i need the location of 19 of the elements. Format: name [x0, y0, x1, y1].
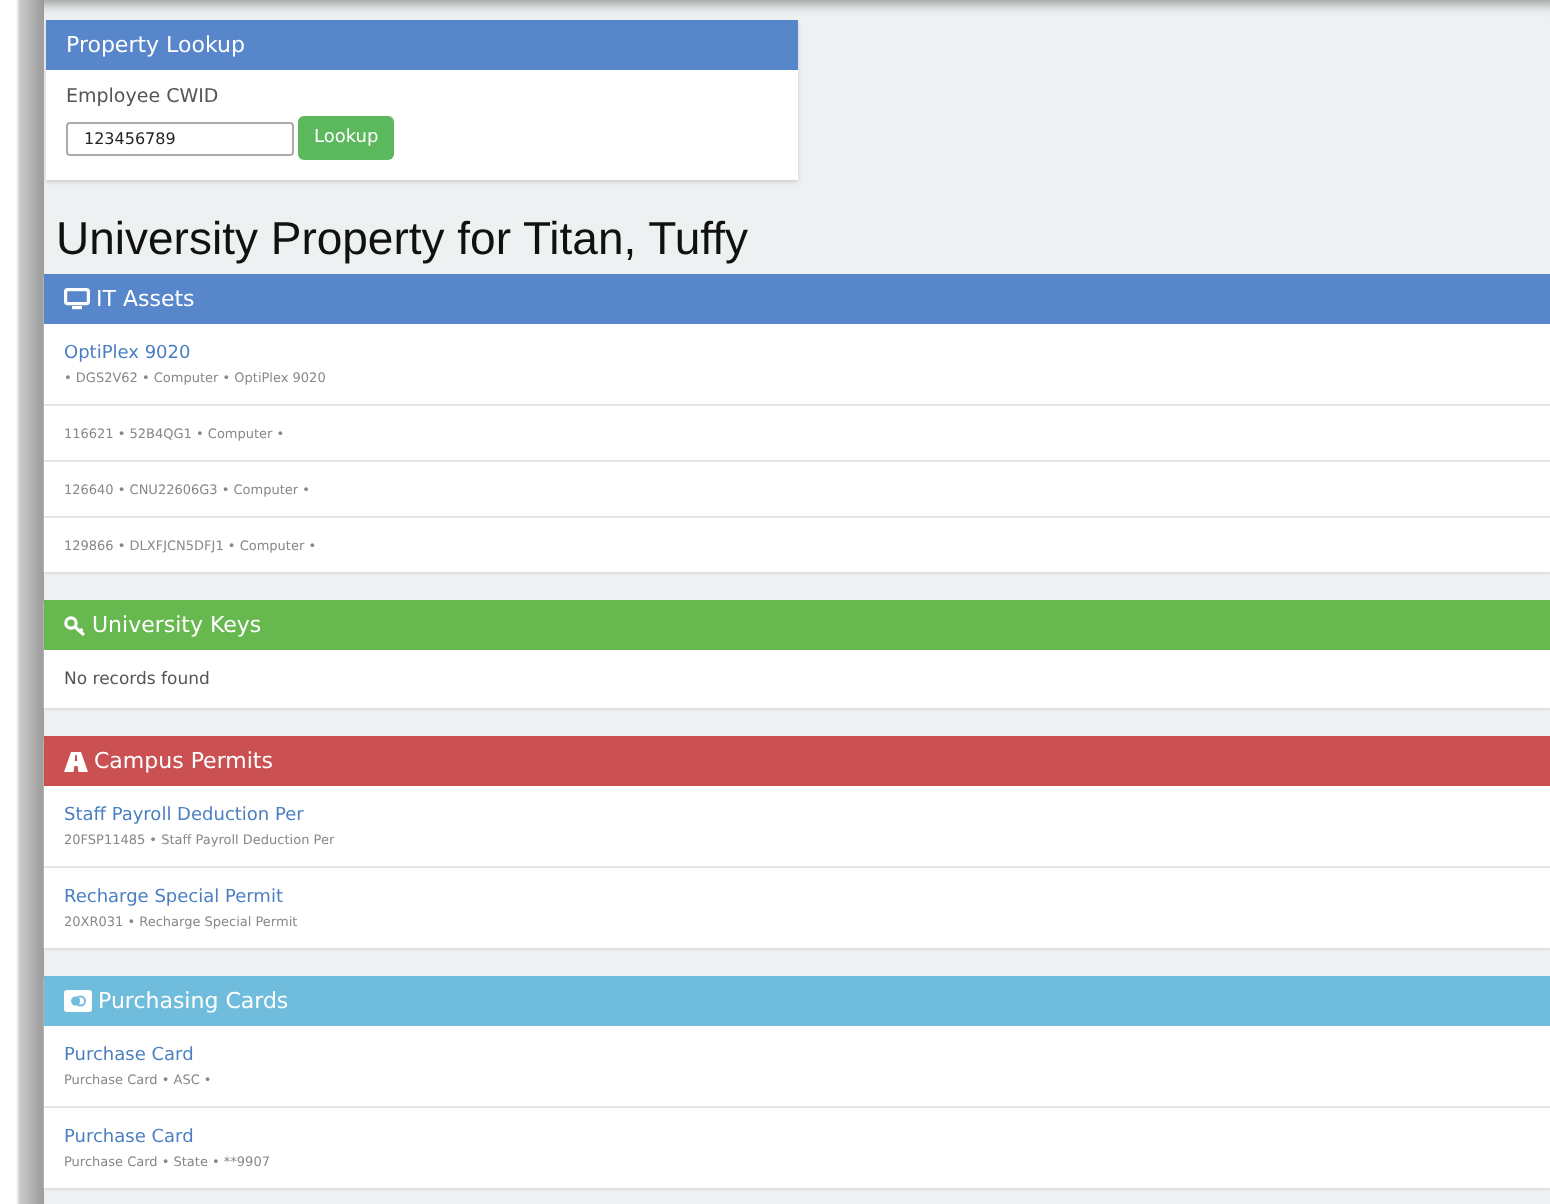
section-title: University Keys — [92, 612, 262, 638]
item-link[interactable]: Recharge Special Permit — [64, 888, 1530, 908]
road-icon — [64, 751, 88, 771]
page-heading: University Property for Titan, Tuffy — [56, 212, 750, 266]
item-detail: No records found — [64, 670, 212, 690]
cwid-input-field[interactable]: 123456789 — [66, 121, 294, 155]
section-title: Purchasing Cards — [98, 988, 289, 1014]
field-label: Employee CWID — [66, 86, 221, 108]
item-link[interactable]: Purchase Card — [64, 1128, 1530, 1148]
section-title: Campus Permits — [94, 748, 273, 774]
item-link[interactable]: Staff Payroll Deduction Per — [64, 806, 1530, 826]
lookup-button[interactable]: Lookup — [298, 116, 395, 160]
credit-card-icon — [64, 990, 92, 1012]
item-link[interactable]: OptiPlex 9020 — [64, 344, 1530, 364]
item-link[interactable]: Purchase Card — [64, 1046, 1530, 1066]
monitor-icon — [64, 288, 90, 310]
key-icon — [64, 615, 86, 635]
section-title: IT Assets — [96, 286, 195, 312]
card-header: Property Lookup — [46, 20, 798, 70]
